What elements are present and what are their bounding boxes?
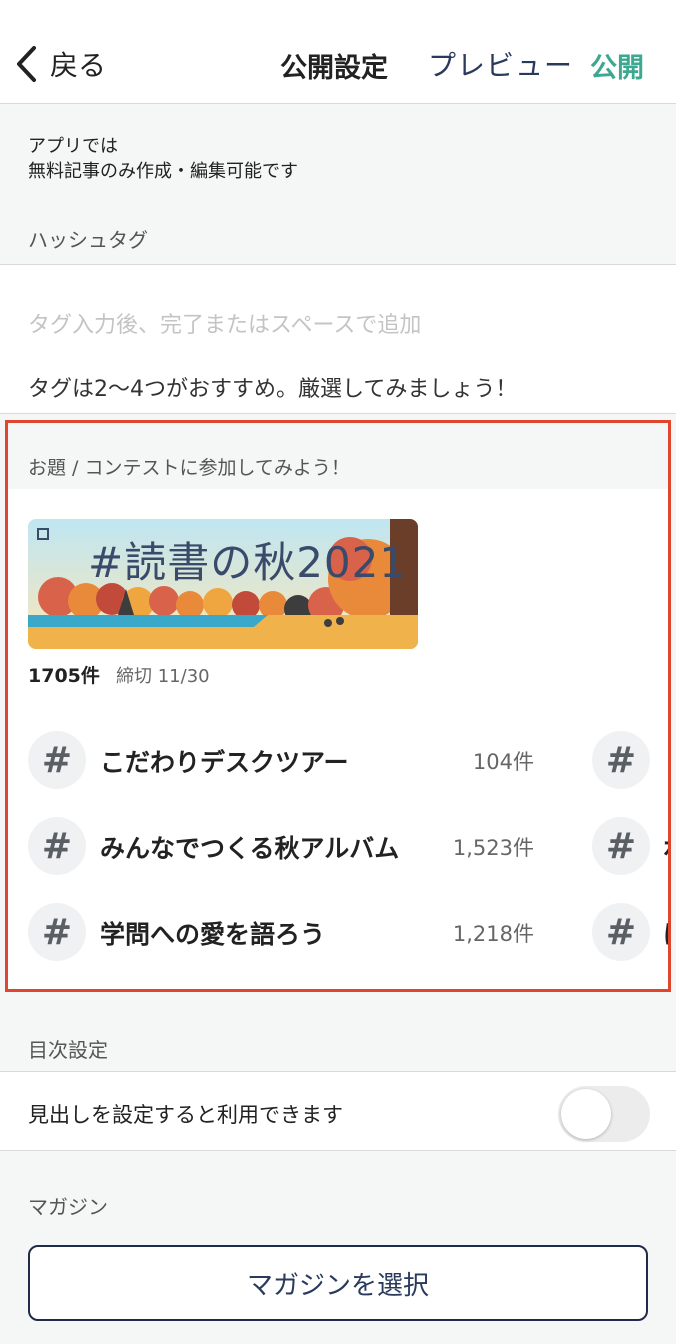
hashtag-hint: タグは2〜4つがおすすめ。厳選してみましょう！ bbox=[28, 377, 518, 402]
navigation-bar: 戻る 公開設定 プレビュー 公開 bbox=[0, 0, 676, 104]
back-button[interactable]: 戻る bbox=[14, 44, 106, 84]
preview-button[interactable]: プレビュー bbox=[428, 44, 573, 84]
toc-toggle[interactable] bbox=[558, 1086, 650, 1142]
back-label: 戻る bbox=[50, 49, 107, 82]
toc-row: 見出しを設定すると利用できます bbox=[0, 1071, 676, 1151]
app-notice: アプリでは 無料記事のみ作成・編集可能です bbox=[28, 134, 298, 184]
page-title: 公開設定 bbox=[280, 53, 388, 84]
hashtag-box: タグは2〜4つがおすすめ。厳選してみましょう！ bbox=[0, 264, 676, 414]
publish-button[interactable]: 公開 bbox=[590, 46, 644, 85]
hashtag-input[interactable] bbox=[28, 305, 648, 345]
toc-section-label: 目次設定 bbox=[28, 1038, 108, 1062]
contest-highlight-frame bbox=[5, 420, 671, 992]
hashtag-section-label: ハッシュタグ bbox=[28, 228, 148, 252]
chevron-left-icon bbox=[17, 46, 36, 82]
toc-description: 見出しを設定すると利用できます bbox=[28, 1103, 343, 1127]
toggle-knob bbox=[561, 1089, 611, 1139]
magazine-section-label: マガジン bbox=[28, 1195, 108, 1219]
app-notice-line1: アプリでは bbox=[28, 136, 118, 157]
app-notice-line2: 無料記事のみ作成・編集可能です bbox=[28, 161, 298, 182]
select-magazine-button[interactable]: マガジンを選択 bbox=[28, 1245, 648, 1321]
